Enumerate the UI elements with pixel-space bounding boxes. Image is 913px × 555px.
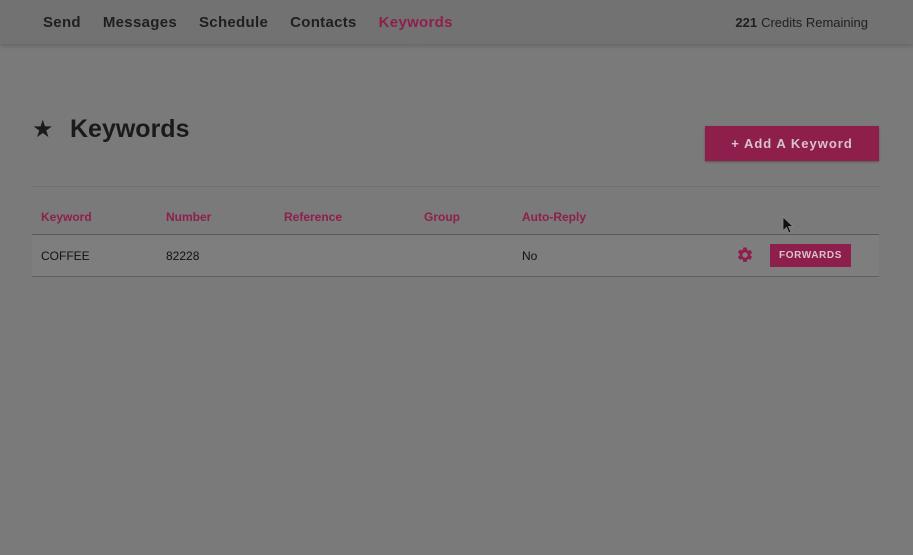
cell-auto-reply: No (522, 249, 538, 263)
forwards-button[interactable]: FORWARDS (770, 244, 851, 267)
cell-keyword: COFFEE (41, 249, 90, 263)
nav-item-send[interactable]: Send (43, 14, 81, 31)
add-keyword-button[interactable]: + Add A Keyword (705, 126, 879, 161)
credits-count: 221 (735, 14, 758, 30)
column-header-auto-reply[interactable]: Auto-Reply (522, 210, 586, 224)
credits-remaining: 221 Credits Remaining (735, 0, 868, 44)
nav-item-contacts[interactable]: Contacts (290, 14, 357, 31)
column-header-keyword[interactable]: Keyword (41, 210, 92, 224)
star-icon: ★ (32, 115, 54, 143)
nav-item-messages[interactable]: Messages (103, 14, 177, 31)
column-header-reference[interactable]: Reference (284, 210, 342, 224)
gear-icon[interactable] (736, 246, 754, 264)
column-header-group[interactable]: Group (424, 210, 460, 224)
nav-item-schedule[interactable]: Schedule (199, 14, 268, 31)
cell-number: 82228 (166, 249, 200, 263)
page-title: Keywords (70, 115, 190, 143)
column-header-number[interactable]: Number (166, 210, 211, 224)
table-row: COFFEE 82228 No FORWARDS (32, 235, 879, 277)
nav-item-keywords[interactable]: Keywords (379, 14, 453, 46)
nav-menu: Send Messages Schedule Contacts Keywords (43, 0, 475, 46)
credits-label: Credits Remaining (761, 14, 868, 30)
header-divider (32, 186, 879, 187)
keywords-table: Keyword Number Reference Group Auto-Repl… (32, 205, 879, 277)
mouse-cursor-icon (782, 216, 794, 234)
page-header: ★ Keywords (32, 115, 189, 144)
top-navbar: Send Messages Schedule Contacts Keywords… (0, 0, 913, 46)
table-header: Keyword Number Reference Group Auto-Repl… (32, 205, 879, 235)
